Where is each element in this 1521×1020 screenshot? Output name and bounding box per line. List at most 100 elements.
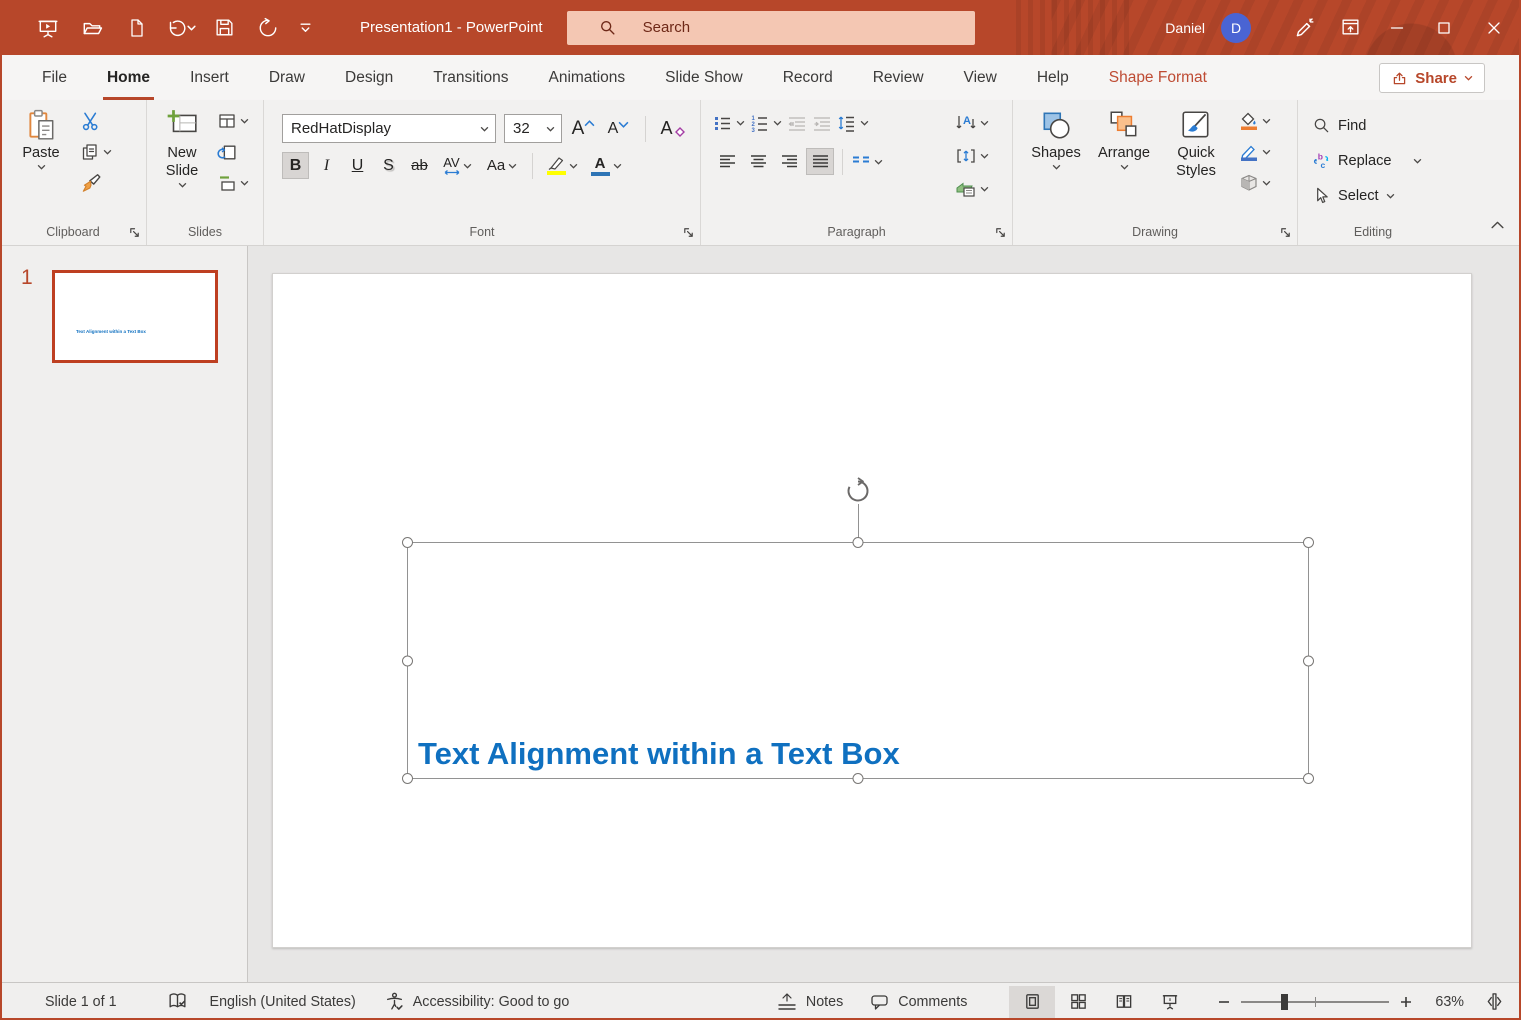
ribbon-display-options-button[interactable] [1327,0,1373,55]
font-name-combobox[interactable]: RedHatDisplay [282,114,496,143]
align-center-button[interactable] [744,148,772,175]
tab-slide-show[interactable]: Slide Show [645,55,763,100]
clear-formatting-button[interactable]: A [659,115,686,142]
zoom-level[interactable]: 63% [1435,994,1464,1010]
underline-button[interactable]: U [344,152,371,179]
close-button[interactable] [1467,0,1521,55]
search-input[interactable]: Search [567,11,975,45]
slideshow-view-button[interactable] [1147,986,1193,1018]
slide-thumbnail[interactable]: Text Alignment within a Text Box [52,270,218,363]
open-button[interactable] [72,8,112,48]
strikethrough-button[interactable]: ab [406,152,433,179]
bold-button[interactable]: B [282,152,309,179]
convert-to-smartart-button[interactable] [955,178,989,200]
arrange-button[interactable]: Arrange [1089,100,1159,221]
justify-button[interactable] [806,148,834,175]
tab-view[interactable]: View [944,55,1017,100]
increase-font-size-button[interactable]: A [570,115,597,142]
line-spacing-button[interactable] [837,112,869,134]
tab-file[interactable]: File [22,55,87,100]
slide-sorter-view-button[interactable] [1055,986,1101,1018]
user-name[interactable]: Daniel [1165,20,1205,36]
selection-handle-nw[interactable] [402,537,413,548]
tab-help[interactable]: Help [1017,55,1089,100]
zoom-in-button[interactable] [1399,995,1413,1009]
tab-shape-format[interactable]: Shape Format [1089,55,1227,100]
increase-indent-button[interactable] [812,112,832,134]
drawing-dialog-launcher[interactable] [1278,225,1292,239]
tab-review[interactable]: Review [853,55,944,100]
tab-record[interactable]: Record [763,55,853,100]
reset-slide-button[interactable] [217,141,249,163]
tab-home[interactable]: Home [87,55,170,100]
paragraph-dialog-launcher[interactable] [993,225,1007,239]
selection-handle-se[interactable] [1303,773,1314,784]
selection-handle-e[interactable] [1303,655,1314,666]
font-size-combobox[interactable]: 32 [504,114,562,143]
zoom-slider[interactable] [1241,1001,1389,1003]
shape-effects-button[interactable] [1239,172,1271,194]
save-button[interactable] [204,8,244,48]
slide-canvas[interactable]: Text Alignment within a Text Box [248,246,1521,982]
rotate-handle[interactable] [844,477,872,510]
select-button[interactable]: Select [1298,182,1448,209]
shape-outline-button[interactable] [1239,141,1271,163]
format-painter-button[interactable] [80,172,112,194]
tab-transitions[interactable]: Transitions [413,55,528,100]
bullets-button[interactable] [713,112,745,134]
accessibility-checker[interactable]: Accessibility: Good to go [384,991,570,1012]
textbox-text[interactable]: Text Alignment within a Text Box [418,737,900,771]
clipboard-dialog-launcher[interactable] [127,225,141,239]
find-button[interactable]: Find [1298,112,1448,139]
zoom-out-button[interactable] [1217,995,1231,1009]
selection-handle-ne[interactable] [1303,537,1314,548]
redo-button[interactable] [248,8,288,48]
tab-design[interactable]: Design [325,55,413,100]
cut-button[interactable] [80,110,112,132]
tab-animations[interactable]: Animations [528,55,645,100]
undo-button[interactable] [160,8,200,48]
customize-qat-button[interactable] [292,8,318,48]
shape-fill-button[interactable] [1239,110,1271,132]
share-button[interactable]: Share [1379,63,1485,93]
slide-layout-button[interactable] [217,110,249,132]
new-slide-button[interactable]: New Slide [155,100,209,221]
change-case-button[interactable]: Aa [481,152,523,179]
avatar[interactable]: D [1221,13,1251,43]
start-slideshow-button[interactable] [28,8,68,48]
notes-button[interactable]: Notes [776,992,843,1012]
character-spacing-button[interactable]: AV [437,152,477,179]
tab-draw[interactable]: Draw [249,55,325,100]
selection-handle-s[interactable] [853,773,864,784]
selection-handle-w[interactable] [402,655,413,666]
columns-button[interactable] [851,151,883,173]
text-direction-button[interactable]: A [955,112,989,134]
comments-button[interactable]: Comments [869,992,967,1012]
text-highlight-button[interactable] [542,152,582,179]
decrease-indent-button[interactable] [787,112,807,134]
text-shadow-button[interactable]: S [375,152,402,179]
align-right-button[interactable] [775,148,803,175]
new-file-button[interactable] [116,8,156,48]
copy-button[interactable] [80,141,112,163]
italic-button[interactable]: I [313,152,340,179]
language-indicator[interactable]: English (United States) [210,994,356,1010]
selected-textbox[interactable]: Text Alignment within a Text Box [407,542,1309,779]
paste-button[interactable]: Paste [12,100,70,221]
shapes-button[interactable]: Shapes [1023,100,1089,221]
slide-thumbnail-panel[interactable]: 1 Text Alignment within a Text Box [0,246,248,982]
slide[interactable]: Text Alignment within a Text Box [272,273,1472,948]
numbering-button[interactable]: 123 [750,112,782,134]
coming-soon-button[interactable] [1281,0,1327,55]
font-color-button[interactable]: A [586,152,626,179]
selection-handle-n[interactable] [853,537,864,548]
spellcheck-button[interactable] [167,991,188,1012]
align-text-button[interactable] [955,145,989,167]
align-left-button[interactable] [713,148,741,175]
collapse-ribbon-button[interactable] [1490,217,1505,235]
replace-button[interactable]: bcReplace [1298,147,1448,174]
tab-insert[interactable]: Insert [170,55,249,100]
font-dialog-launcher[interactable] [681,225,695,239]
decrease-font-size-button[interactable]: A [605,115,632,142]
quick-styles-button[interactable]: Quick Styles [1159,100,1233,221]
